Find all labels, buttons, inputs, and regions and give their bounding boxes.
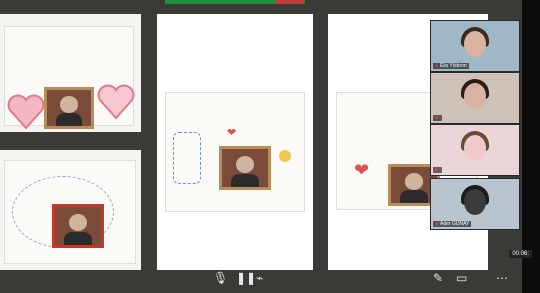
meeting-timer: 00:06: <box>509 250 532 258</box>
drawn-person-figure <box>173 132 201 184</box>
participant-video-2[interactable]: ● <box>430 72 520 124</box>
shared-tile-3[interactable]: ❤ <box>157 14 313 270</box>
heart-drawing-right <box>96 84 136 120</box>
heart-red-icon: ❤ <box>354 160 370 180</box>
heart-drawing-left <box>6 94 46 130</box>
participant-name-1: ● Elis Yıldırım <box>433 63 469 69</box>
muted-mic-icon: ● <box>435 221 439 227</box>
muted-mic-icon: ● <box>435 63 439 69</box>
portrait-frame-2 <box>52 204 104 248</box>
participant-name-2: ● <box>433 115 443 121</box>
screen-icon[interactable]: ▭ <box>456 271 467 285</box>
muted-mic-icon: ● <box>435 167 439 173</box>
shared-tile-1[interactable] <box>0 14 141 132</box>
share-icon[interactable]: ⌁ <box>256 271 263 285</box>
muted-mic-icon: ● <box>435 115 439 121</box>
participant-name-4: ● Ader GÜNAY <box>433 221 472 227</box>
recording-indicator <box>275 0 303 4</box>
participant-video-1[interactable]: ● Elis Yıldırım <box>430 20 520 72</box>
flower-drawing-icon <box>279 150 291 162</box>
pause-icon[interactable]: ❚❚ <box>236 271 256 285</box>
more-icon[interactable]: ⋯ <box>496 271 508 285</box>
mic-icon[interactable]: 🎙 <box>213 271 228 285</box>
participant-name-3: ● <box>433 167 443 173</box>
participant-video-3[interactable]: ● <box>430 124 520 176</box>
participant-video-4[interactable]: ● Ader GÜNAY <box>430 178 520 230</box>
shared-tile-2[interactable] <box>0 150 141 270</box>
heart-small-icon: ❤ <box>227 127 237 139</box>
portrait-frame-3 <box>219 146 271 190</box>
bottom-control-bar: 🎙 ❚❚ ⌁ ✎ ▭ ⋯ <box>0 263 522 293</box>
portrait-frame-1 <box>44 87 94 129</box>
pen-icon[interactable]: ✎ <box>433 271 443 285</box>
